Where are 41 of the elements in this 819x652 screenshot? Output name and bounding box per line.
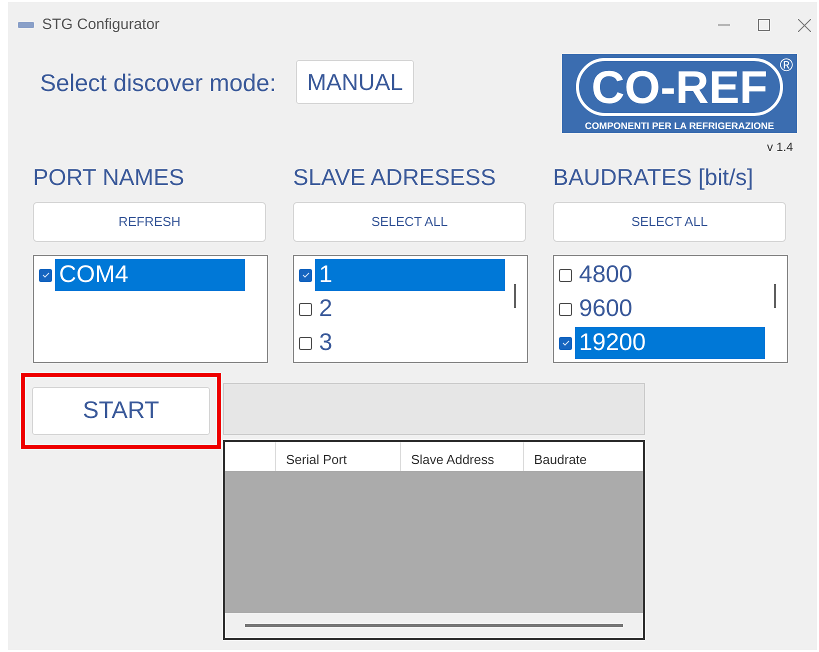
column-title: PORT NAMES [33, 163, 186, 192]
checkbox[interactable] [559, 268, 572, 282]
checkbox[interactable] [39, 268, 52, 282]
logo-tagline: COMPONENTI PER LA REFRIGERAZIONE [584, 120, 774, 134]
checkbox[interactable] [299, 336, 312, 350]
column-header[interactable]: Serial Port [275, 442, 400, 471]
scrollbar-thumb[interactable] [774, 284, 776, 308]
discover-mode-dropdown[interactable]: MANUAL [296, 60, 414, 104]
checkbox-list[interactable]: 1 2 3 [293, 255, 528, 363]
checkbox-list[interactable]: COM4 [33, 255, 268, 363]
list-item[interactable]: 1 [315, 259, 505, 291]
discover-mode-label: Select discover mode: [40, 69, 276, 99]
list-item[interactable]: COM4 [55, 259, 245, 291]
scrollbar-thumb[interactable] [514, 284, 516, 308]
checkbox-list[interactable]: 4800 9600 19200 [553, 255, 788, 363]
close-icon[interactable] [798, 18, 811, 32]
checkbox[interactable] [559, 302, 572, 316]
version-label: v 1.4 [766, 139, 793, 156]
list-item[interactable]: 9600 [575, 293, 765, 325]
list-item[interactable]: 3 [315, 327, 505, 359]
refresh-button[interactable]: REFRESH [33, 202, 266, 242]
column-header[interactable]: Slave Address [400, 442, 523, 471]
column-header[interactable]: Baudrate [523, 442, 633, 471]
column-title: SLAVE ADRESESS [293, 163, 497, 192]
column-title: BAUDRATES [bit/s] [553, 163, 754, 192]
checkbox[interactable] [299, 302, 312, 316]
app-icon [18, 21, 34, 29]
start-button[interactable]: START [32, 387, 210, 435]
scrollbar-thumb[interactable] [245, 624, 623, 627]
checkbox[interactable] [559, 336, 572, 350]
maximize-icon[interactable] [758, 18, 770, 30]
select-all-button[interactable]: SELECT ALL [293, 202, 526, 242]
list-item[interactable]: 19200 [575, 327, 765, 359]
list-item[interactable]: 2 [315, 293, 505, 325]
checkbox[interactable] [299, 268, 312, 282]
check-icon [562, 340, 570, 346]
select-all-button[interactable]: SELECT ALL [553, 202, 786, 242]
check-icon [302, 272, 310, 278]
list-item[interactable]: 4800 [575, 259, 765, 291]
window-title: STG Configurator [42, 14, 160, 35]
check-icon [42, 272, 50, 278]
